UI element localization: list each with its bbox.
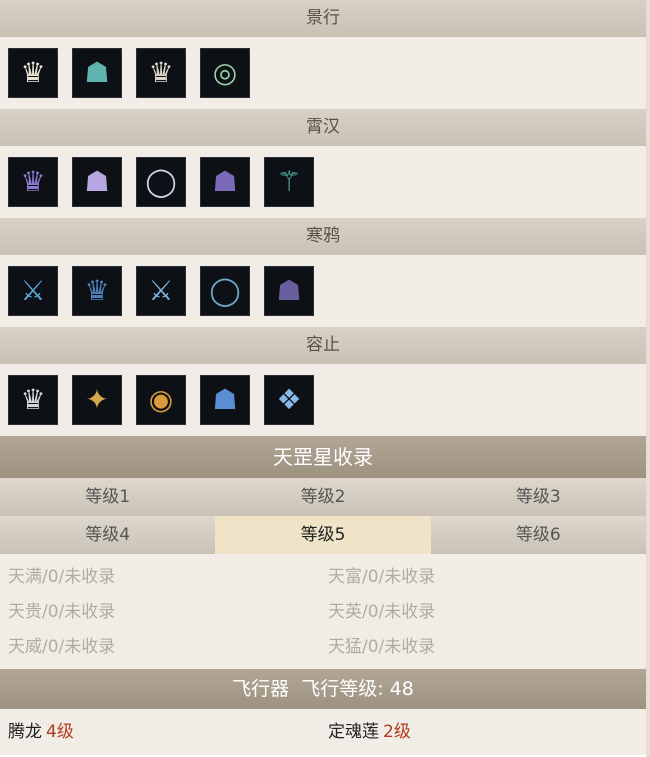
- item-slot[interactable]: ◎: [200, 48, 250, 98]
- set-header: 霄汉: [0, 109, 646, 146]
- star-row: 天贵/0/未收录 天英/0/未收录: [0, 595, 646, 630]
- item-slot[interactable]: ✦: [72, 375, 122, 425]
- set-header: 景行: [0, 0, 646, 37]
- flyer-level: 4级: [46, 722, 74, 742]
- tab-level-1[interactable]: 等级1: [0, 478, 216, 516]
- flyer-entry: 腾龙 4级: [0, 709, 320, 755]
- item-slot[interactable]: ⚔: [8, 266, 58, 316]
- flyer-entry: 定魂莲 2级: [320, 709, 640, 755]
- item-slot[interactable]: ❖: [264, 375, 314, 425]
- star-entry: 天威/0/未收录: [8, 637, 116, 657]
- level-tabs-row: 等级1 等级2 等级3: [0, 478, 646, 516]
- robe-white-icon: ♛: [20, 56, 46, 89]
- set-items-row: ♛ ☗ ♛ ◎: [0, 37, 646, 109]
- item-slot[interactable]: ☗: [264, 266, 314, 316]
- item-slot[interactable]: ☗: [200, 157, 250, 207]
- item-slot[interactable]: ♛: [8, 157, 58, 207]
- sword-blue-icon: ⚔: [148, 274, 174, 307]
- star-entry: 天猛/0/未收录: [328, 637, 436, 657]
- cape-teal-icon: ☗: [84, 56, 110, 89]
- cape-purple-icon: ☗: [212, 165, 238, 198]
- item-slot[interactable]: ◉: [136, 375, 186, 425]
- set-items-row: ⚔ ♛ ⚔ ◯ ☗: [0, 255, 646, 327]
- robe-white-icon: ♛: [148, 56, 174, 89]
- item-slot[interactable]: ◯: [200, 266, 250, 316]
- item-slot[interactable]: ♛: [72, 266, 122, 316]
- set-header: 容止: [0, 327, 646, 364]
- item-slot[interactable]: ☗: [72, 48, 122, 98]
- item-slot[interactable]: ♛: [8, 48, 58, 98]
- panel-edge: [646, 0, 650, 757]
- equipment-panel: 景行 ♛ ☗ ♛ ◎ 霄汉 ♛ ☗ ◯ ☗ ⚚ 寒鸦 ⚔ ♛ ⚔ ◯ ☗ 容止 …: [0, 0, 646, 755]
- collection-title: 天罡星收录: [0, 436, 646, 478]
- cloak-dark-icon: ☗: [276, 274, 302, 307]
- tab-level-2[interactable]: 等级2: [215, 478, 431, 516]
- helm-blue-icon: ☗: [212, 383, 238, 416]
- ring-gold-icon: ◉: [148, 383, 174, 416]
- flyer-name: 腾龙: [8, 722, 42, 742]
- star-list: 天满/0/未收录 天富/0/未收录 天贵/0/未收录 天英/0/未收录 天威/0…: [0, 554, 646, 669]
- set-items-row: ♛ ✦ ◉ ☗ ❖: [0, 364, 646, 436]
- level-tabs-row: 等级4 等级5 等级6: [0, 516, 646, 554]
- item-slot[interactable]: ☗: [72, 157, 122, 207]
- star-entry: 天英/0/未收录: [328, 602, 436, 622]
- cloak-violet-icon: ☗: [84, 165, 110, 198]
- item-slot[interactable]: ♛: [8, 375, 58, 425]
- item-slot[interactable]: ◯: [136, 157, 186, 207]
- tab-level-4[interactable]: 等级4: [0, 516, 216, 554]
- flyer-title: 飞行器 飞行等级: 48: [0, 669, 646, 709]
- flyer-name: 定魂莲: [328, 722, 379, 742]
- star-row: 天威/0/未收录 天猛/0/未收录: [0, 630, 646, 665]
- robe-blue-icon: ♛: [84, 274, 110, 307]
- flyer-level: 2级: [383, 722, 411, 742]
- mask-blue-icon: ❖: [276, 383, 302, 416]
- star-entry: 天富/0/未收录: [328, 567, 436, 587]
- tab-level-3[interactable]: 等级3: [430, 478, 646, 516]
- set-header: 寒鸦: [0, 218, 646, 255]
- blade-blue-icon: ⚔: [20, 274, 46, 307]
- item-slot[interactable]: ♛: [136, 48, 186, 98]
- star-row: 天满/0/未收录 天富/0/未收录: [0, 560, 646, 595]
- item-slot[interactable]: ⚔: [136, 266, 186, 316]
- star-entry: 天贵/0/未收录: [8, 602, 116, 622]
- robe-violet-icon: ♛: [20, 165, 46, 198]
- crown-band-icon: ◎: [212, 56, 238, 89]
- staff-teal-icon: ⚚: [276, 165, 302, 198]
- robe-silver-icon: ♛: [20, 383, 46, 416]
- flyer-list: 腾龙 4级 定魂莲 2级: [0, 709, 646, 755]
- tab-level-5[interactable]: 等级5: [215, 516, 431, 554]
- item-slot[interactable]: ⚚: [264, 157, 314, 207]
- tab-level-6[interactable]: 等级6: [430, 516, 646, 554]
- ring-blue-icon: ◯: [209, 274, 241, 307]
- set-items-row: ♛ ☗ ◯ ☗ ⚚: [0, 146, 646, 218]
- item-slot[interactable]: ☗: [200, 375, 250, 425]
- star-entry: 天满/0/未收录: [8, 567, 116, 587]
- ring-silver-icon: ◯: [145, 165, 177, 198]
- fan-gold-icon: ✦: [85, 383, 109, 416]
